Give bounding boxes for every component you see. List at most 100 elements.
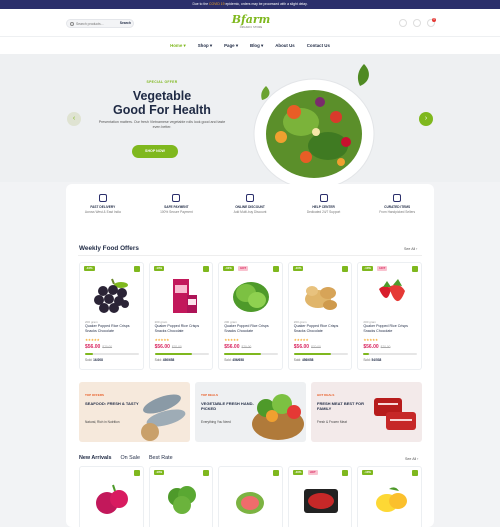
sold-count: Sold: 16/208 <box>85 358 103 362</box>
feature-sub: Add Multi-buy Discount <box>233 210 267 214</box>
grapes-image <box>94 278 129 313</box>
feature-sub: From Handpicked Sellers <box>379 210 416 214</box>
slider-prev-button[interactable]: ‹ <box>67 112 81 126</box>
logo[interactable]: Bfarm ORGANIC STORE <box>231 14 271 30</box>
banner-seafood[interactable]: TOP OFFERS SEAFOOD: FRESH & TASTY Natura… <box>79 382 190 442</box>
product-card[interactable]: -10% HOT 200 gram Quaker Popped Rice Cri… <box>218 262 283 370</box>
nav-shop[interactable]: Shop ▾ <box>198 43 212 49</box>
hero-title: Vegetable Good For Health <box>92 89 232 117</box>
wishlist-icon[interactable] <box>203 266 210 272</box>
hero-title-line1: Vegetable <box>132 89 192 103</box>
sold-value: 456/658 <box>301 358 314 362</box>
banner-tag: TOP DEALS <box>201 393 219 397</box>
sold-count: Sold: 54/538 <box>363 358 381 362</box>
product-card[interactable]: -10% 200 gram Quaker Popped Rice Crisps … <box>148 262 214 370</box>
wishlist-icon[interactable] <box>342 266 349 272</box>
product-card[interactable]: -10% <box>357 466 422 527</box>
lettuce-image <box>233 282 270 312</box>
truck-icon <box>98 194 107 202</box>
feature-sub: Across West & East India <box>84 210 121 214</box>
wishlist-icon[interactable] <box>272 470 279 476</box>
slider-next-button[interactable]: › <box>419 112 433 126</box>
product-card[interactable] <box>218 466 283 527</box>
hot-badge: HOT <box>377 266 388 271</box>
wallet-icon <box>172 194 181 202</box>
feature-title: HELP CENTER <box>312 205 335 209</box>
sold-progress <box>363 353 418 355</box>
vegetable-basket-image <box>252 394 304 440</box>
discount-badge: -10% <box>153 266 165 271</box>
search-box: Search <box>66 19 134 28</box>
wishlist-icon[interactable] <box>133 266 140 272</box>
sold-value: 456/658 <box>162 358 175 362</box>
search-input[interactable] <box>76 21 116 26</box>
product-card[interactable]: -10% HOT 200 gram Quaker Popped Rice Cri… <box>357 262 422 370</box>
discount-icon <box>245 194 254 202</box>
user-icon[interactable] <box>399 19 407 27</box>
product-card[interactable] <box>79 466 144 527</box>
announcement-highlight: COVID 19 <box>209 2 225 6</box>
hot-badge: HOT <box>307 470 318 475</box>
weekly-see-all-link[interactable]: See All › <box>404 247 417 251</box>
discount-badge: -10% <box>292 266 304 271</box>
product-price: $56.00 $70.00 <box>363 344 390 350</box>
nav-blog[interactable]: Blog ▾ <box>250 43 263 49</box>
discount-badge: -10% <box>362 470 373 475</box>
wishlist-icon[interactable] <box>342 470 349 476</box>
price-old: $70.00 <box>171 345 182 349</box>
feature-sub: 100% Secure Payment <box>160 210 193 214</box>
sold-progress-fill <box>224 353 262 355</box>
arrivals-see-all-link[interactable]: See All › <box>405 457 418 461</box>
weekly-offers-title: Weekly Food Offers <box>79 245 139 252</box>
price-current: $56.00 <box>224 344 240 350</box>
product-card[interactable]: -10% HOT <box>287 466 353 527</box>
nav-home[interactable]: Home ▾ <box>170 43 186 49</box>
search-button[interactable]: Search <box>120 21 131 25</box>
strawberry-image <box>379 279 406 302</box>
wishlist-icon[interactable] <box>203 470 210 476</box>
product-card[interactable]: -10% 200 gram Quaker Popped Rice Crisps … <box>287 262 353 370</box>
chat-icon <box>319 194 328 202</box>
feature-title: ONLINE DISCOUNT <box>235 205 265 209</box>
features-row: FAST DELIVERY Across West & East India SA… <box>66 194 434 214</box>
price-old: $70.00 <box>380 345 391 349</box>
feature-title: CURATED ITEMS <box>384 205 411 209</box>
tab-new-arrivals[interactable]: New Arrivals <box>79 455 111 461</box>
feature-title: SAFE PAYMENT <box>164 205 189 209</box>
sold-progress <box>224 353 279 355</box>
wishlist-icon[interactable] <box>272 266 279 272</box>
announcement-bar: Due to the COVID 19 epidemic, orders may… <box>0 0 500 9</box>
cart-icon[interactable]: 0 <box>427 18 436 27</box>
arrivals-tabs: New Arrivals On Sale Best Rate <box>79 455 173 461</box>
announcement-text: Due to the <box>192 2 210 6</box>
heart-icon[interactable] <box>413 19 421 27</box>
banner-meat[interactable]: HOT DEALS FRESH MEAT BEST FOR FAMILY Fre… <box>311 382 422 442</box>
shop-now-button[interactable]: SHOP NOW <box>132 145 178 158</box>
lemon-image <box>376 487 408 512</box>
wishlist-icon[interactable] <box>411 470 418 476</box>
star-rating: ★★★★★ <box>85 338 100 342</box>
feature-title: FAST DELIVERY <box>90 205 116 209</box>
product-card[interactable]: -10% 200 gram Quaker Popped Rice Crisps … <box>79 262 144 370</box>
product-name[interactable]: Quaker Popped Rice Crisps Snacks Chocola… <box>155 324 211 333</box>
wishlist-icon[interactable] <box>411 266 418 272</box>
banner-vegetable[interactable]: TOP DEALS VEGETABLE FRESH HAND-PICKED Ev… <box>195 382 306 442</box>
product-name[interactable]: Quaker Popped Rice Crisps Snacks Chocola… <box>85 324 141 333</box>
nav-page[interactable]: Page ▾ <box>224 43 238 49</box>
hero-description: Presentation matters. Our fresh Vietname… <box>98 120 226 129</box>
nav-contact[interactable]: Contact Us <box>307 43 330 48</box>
product-name[interactable]: Quaker Popped Rice Crisps Snacks Chocola… <box>224 324 280 333</box>
tab-best-rate[interactable]: Best Rate <box>149 455 173 461</box>
weekly-products: -10% 200 gram Quaker Popped Rice Crisps … <box>79 262 422 370</box>
product-name[interactable]: Quaker Popped Rice Crisps Snacks Chocola… <box>363 324 419 333</box>
divider <box>78 255 422 256</box>
nav-about[interactable]: About Us <box>275 43 295 48</box>
product-name[interactable]: Quaker Popped Rice Crisps Snacks Chocola… <box>294 324 350 333</box>
wishlist-icon[interactable] <box>133 470 140 476</box>
banner-sub: Natural, Rich in Nutrition <box>85 420 120 424</box>
product-card[interactable]: -10% <box>148 466 214 527</box>
product-price: $56.00 $70.00 <box>155 344 182 350</box>
sold-value: 54/538 <box>371 358 382 362</box>
sold-progress <box>293 353 348 355</box>
tab-on-sale[interactable]: On Sale <box>120 455 139 461</box>
